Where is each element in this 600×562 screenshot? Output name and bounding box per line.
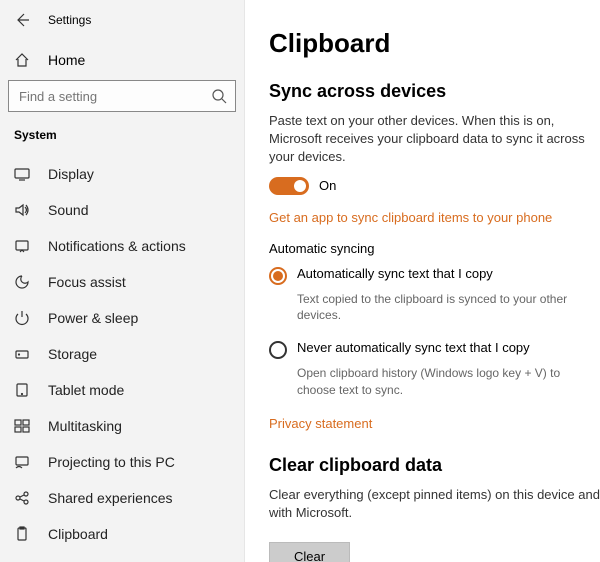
projecting-icon [14, 454, 32, 470]
section-title: System [0, 122, 244, 156]
nav-item-notifications[interactable]: Notifications & actions [0, 228, 244, 264]
nav-item-shared[interactable]: Shared experiences [0, 480, 244, 516]
radio-icon [269, 341, 287, 359]
home-icon [14, 52, 32, 68]
nav-label: Projecting to this PC [48, 454, 175, 470]
tablet-icon [14, 382, 32, 398]
home-label: Home [48, 52, 85, 68]
back-button[interactable] [14, 12, 30, 28]
nav-item-power[interactable]: Power & sleep [0, 300, 244, 336]
search-input[interactable] [9, 81, 235, 111]
search-container [8, 80, 236, 112]
toggle-knob [294, 180, 306, 192]
radio-never-sync-desc: Open clipboard history (Windows logo key… [297, 365, 600, 399]
shared-icon [14, 490, 32, 506]
nav-label: Multitasking [48, 418, 122, 434]
radio-label: Never automatically sync text that I cop… [297, 340, 530, 355]
nav-label: Notifications & actions [48, 238, 186, 254]
nav-item-focus-assist[interactable]: Focus assist [0, 264, 244, 300]
nav-list: Display Sound Notifications & actions Fo… [0, 156, 244, 562]
sidebar: Settings Home System Display Sound Notif… [0, 0, 245, 562]
nav-label: Sound [48, 202, 88, 218]
app-title: Settings [48, 13, 91, 27]
sync-heading: Sync across devices [269, 81, 600, 102]
clear-description: Clear everything (except pinned items) o… [269, 486, 600, 522]
radio-auto-sync[interactable]: Automatically sync text that I copy [269, 266, 600, 285]
multitasking-icon [14, 418, 32, 434]
clear-heading: Clear clipboard data [269, 455, 600, 476]
sound-icon [14, 202, 32, 218]
radio-never-sync[interactable]: Never automatically sync text that I cop… [269, 340, 600, 359]
auto-sync-label: Automatic syncing [269, 241, 600, 256]
nav-label: Shared experiences [48, 490, 173, 506]
radio-label: Automatically sync text that I copy [297, 266, 493, 281]
nav-item-display[interactable]: Display [0, 156, 244, 192]
nav-label: Power & sleep [48, 310, 138, 326]
search-icon [211, 88, 227, 109]
sidebar-home[interactable]: Home [0, 44, 244, 78]
sync-description: Paste text on your other devices. When t… [269, 112, 600, 167]
nav-label: Clipboard [48, 526, 108, 542]
nav-label: Focus assist [48, 274, 126, 290]
nav-label: Display [48, 166, 94, 182]
search-box[interactable] [8, 80, 236, 112]
sync-toggle[interactable] [269, 177, 309, 195]
sync-toggle-row: On [269, 177, 600, 195]
nav-item-sound[interactable]: Sound [0, 192, 244, 228]
nav-item-storage[interactable]: Storage [0, 336, 244, 372]
nav-item-multitasking[interactable]: Multitasking [0, 408, 244, 444]
nav-label: Tablet mode [48, 382, 124, 398]
power-icon [14, 310, 32, 326]
clipboard-icon [14, 526, 32, 542]
display-icon [14, 166, 32, 182]
arrow-left-icon [14, 12, 30, 28]
radio-icon [269, 267, 287, 285]
sidebar-header: Settings [0, 10, 244, 44]
main-content: Clipboard Sync across devices Paste text… [245, 0, 600, 562]
storage-icon [14, 346, 32, 362]
page-title: Clipboard [269, 28, 600, 59]
privacy-link[interactable]: Privacy statement [269, 416, 372, 431]
notifications-icon [14, 238, 32, 254]
nav-item-tablet[interactable]: Tablet mode [0, 372, 244, 408]
nav-item-projecting[interactable]: Projecting to this PC [0, 444, 244, 480]
clear-button[interactable]: Clear [269, 542, 350, 562]
focus-assist-icon [14, 274, 32, 290]
get-app-link[interactable]: Get an app to sync clipboard items to yo… [269, 210, 552, 225]
sync-toggle-label: On [319, 178, 336, 193]
radio-auto-sync-desc: Text copied to the clipboard is synced t… [297, 291, 600, 325]
nav-label: Storage [48, 346, 97, 362]
nav-item-clipboard[interactable]: Clipboard [0, 516, 244, 552]
